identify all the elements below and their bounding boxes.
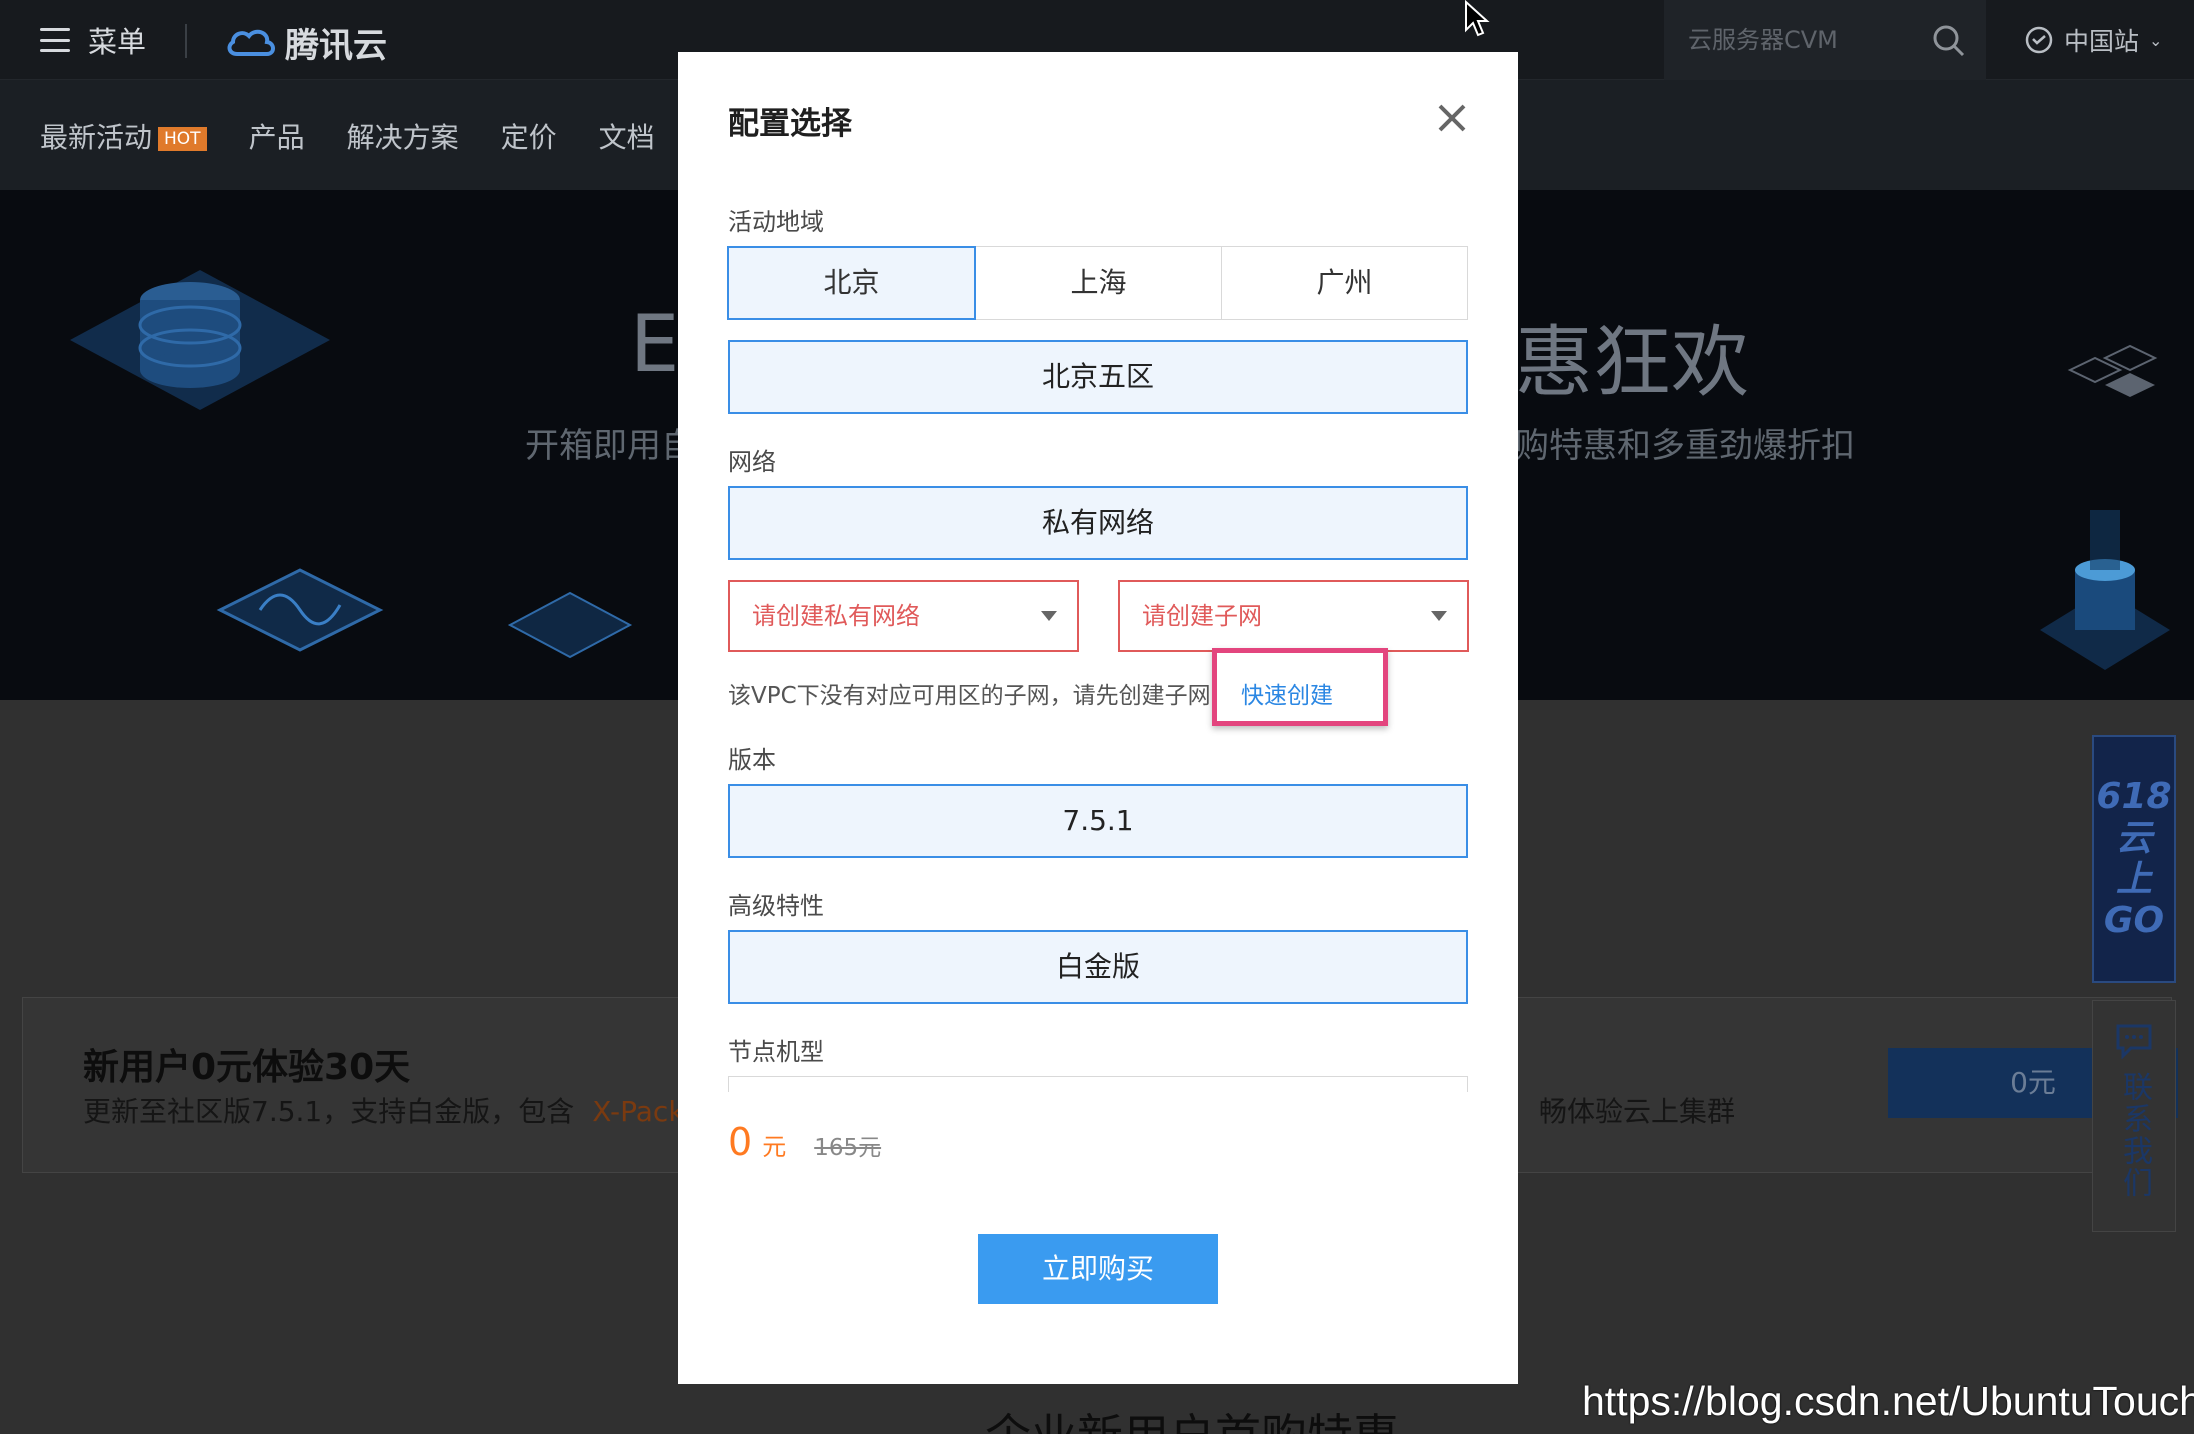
region-selector-group: 北京 上海 广州 [727, 246, 1468, 320]
banner-subtitle-left: 开箱即用自 [525, 426, 695, 466]
section-heading: 企业新用户首购特惠 [985, 1400, 1399, 1434]
region-option-guangzhou[interactable]: 广州 [1221, 246, 1468, 320]
price-row: 0 元 165元 [728, 1120, 881, 1164]
promo-description: 更新至社区版7.5.1，支持白金版，包含 X-Pack [83, 1095, 685, 1128]
region-option-shanghai[interactable]: 上海 [975, 246, 1222, 320]
logo-text: 腾讯云 [285, 26, 387, 66]
buy-now-button[interactable]: 立即购买 [978, 1234, 1218, 1304]
caret-down-icon [1041, 611, 1057, 621]
price-value: 0 [728, 1120, 753, 1164]
promo-description-right: 畅体验云上集群 [1539, 1095, 1736, 1128]
version-option[interactable]: 7.5.1 [728, 784, 1468, 858]
nav-item-docs[interactable]: 文档 [599, 116, 655, 156]
nav-item-pricing[interactable]: 定价 [501, 116, 557, 156]
version-section-label: 版本 [728, 746, 776, 774]
close-icon[interactable] [1434, 100, 1470, 136]
banner-title-right: 惠狂欢 [1515, 318, 1750, 408]
nav-item-products[interactable]: 产品 [249, 116, 305, 156]
price-unit: 元 [762, 1133, 787, 1161]
hamburger-icon [40, 28, 70, 52]
subnet-select[interactable]: 请创建子网 [1118, 580, 1469, 652]
contact-us-label: 联系我们 [2117, 1071, 2152, 1199]
search-icon[interactable] [1932, 24, 1966, 58]
region-section-label: 活动地域 [728, 208, 824, 236]
vpc-select[interactable]: 请创建私有网络 [728, 580, 1079, 652]
hot-badge: HOT [158, 127, 207, 151]
globe-icon [2025, 26, 2053, 54]
zone-option[interactable]: 北京五区 [728, 340, 1468, 414]
feature-option[interactable]: 白金版 [728, 930, 1468, 1004]
nav-item-activities[interactable]: 最新活动 HOT [40, 116, 207, 156]
chart-block-illustration [216, 568, 384, 652]
cylinder-illustration [2040, 510, 2170, 670]
config-dialog: 配置选择 活动地域 北京 上海 广州 北京五区 网络 私有网络 请创建私有网络 … [678, 52, 1518, 1384]
mouse-cursor-icon [1465, 0, 1490, 37]
chevron-down-icon: ⌄ [2149, 30, 2163, 50]
region-option-beijing[interactable]: 北京 [727, 246, 976, 320]
chat-icon [2116, 1024, 2152, 1059]
region-selector[interactable]: 中国站 ⌄ [2024, 20, 2162, 60]
promo-highlight: X-Pack [592, 1095, 685, 1128]
network-section-label: 网络 [728, 448, 776, 476]
watermark: https://blog.csdn.net/UbuntuTouch [1582, 1378, 2194, 1424]
divider [185, 24, 187, 58]
logo[interactable]: 腾讯云 [225, 18, 387, 67]
network-option[interactable]: 私有网络 [728, 486, 1468, 560]
node-type-section-label: 节点机型 [728, 1038, 824, 1066]
banner-subtitle-right: 购特惠和多重劲爆折扣 [1515, 426, 1855, 466]
tiles-illustration [2067, 344, 2158, 397]
search-input[interactable] [1688, 22, 1908, 58]
dialog-title: 配置选择 [728, 106, 852, 142]
database-illustration [70, 270, 330, 410]
node-type-option[interactable] [728, 1076, 1468, 1092]
cloud-logo-icon [227, 29, 275, 56]
region-label: 中国站 [2064, 27, 2140, 56]
banner-title-left: E [630, 300, 680, 390]
caret-down-icon [1431, 611, 1447, 621]
diamond-illustration [507, 591, 633, 659]
search-box [1664, 0, 1986, 80]
subnet-hint: 该VPC下没有对应可用区的子网，请先创建子网 [728, 683, 1211, 709]
quick-create-link[interactable]: 快速创建 [1241, 676, 1333, 710]
original-price: 165元 [814, 1135, 882, 1161]
contact-us-button[interactable]: 联系我们 [2092, 1000, 2176, 1232]
menu-button[interactable]: 菜单 [40, 22, 147, 59]
promo-title: 新用户0元体验30天 [83, 1047, 411, 1088]
menu-label: 菜单 [88, 25, 147, 59]
promo-618-badge[interactable]: 618 云 上 GO [2092, 735, 2176, 983]
feature-section-label: 高级特性 [728, 892, 824, 920]
nav-item-solutions[interactable]: 解决方案 [347, 116, 459, 156]
